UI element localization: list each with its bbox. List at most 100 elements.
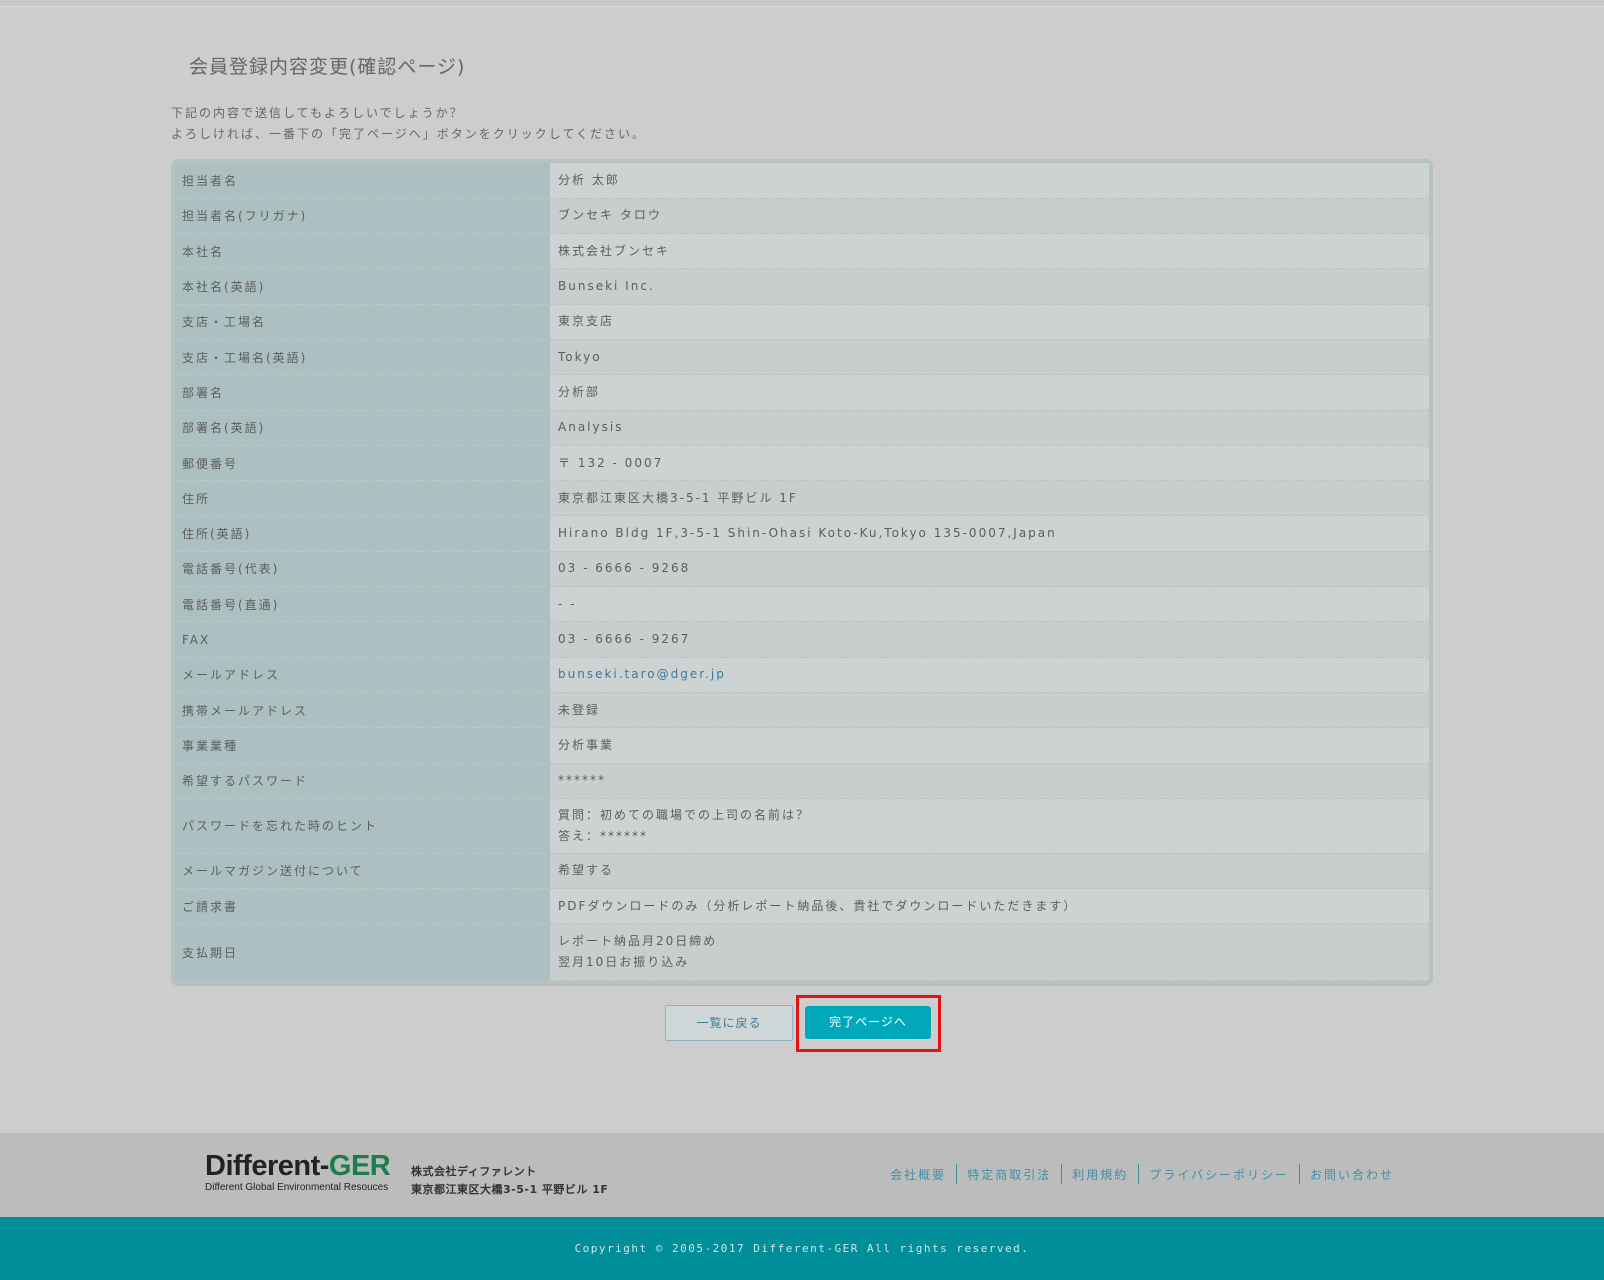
- field-value: - -: [550, 586, 1429, 623]
- footer-link-terms[interactable]: 利用規約: [1062, 1166, 1138, 1183]
- intro-text: 下記の内容で送信してもよろしいでしょうか？ よろしければ、一番下の「完了ページへ…: [171, 103, 646, 145]
- field-value: Tokyo: [550, 339, 1429, 376]
- value-text: 翌月10日お振り込み: [558, 955, 690, 970]
- footer-link-company[interactable]: 会社概要: [880, 1166, 956, 1183]
- field-value: 東京都江東区大橋3-5-1 平野ビル 1F: [550, 480, 1429, 517]
- field-value: 分析部: [550, 374, 1429, 411]
- field-label: 本社名(英語): [175, 268, 550, 305]
- field-value: PDFダウンロードのみ（分析レポート納品後、貴社でダウンロードいただきます）: [550, 888, 1429, 925]
- field-value: レポート納品月20日締め 翌月10日お振り込み: [550, 923, 1429, 982]
- value-text: 分析事業: [558, 737, 615, 752]
- field-label: ご請求書: [175, 888, 550, 925]
- field-value: Bunseki Inc.: [550, 268, 1429, 305]
- table-row: 支払期日 レポート納品月20日締め 翌月10日お振り込み: [175, 923, 1429, 982]
- value-text: 〒 132 - 0007: [558, 455, 664, 470]
- field-label: 郵便番号: [175, 445, 550, 482]
- table-row: 支店・工場名 東京支店: [175, 304, 1429, 340]
- table-row: FAX 03 - 6666 - 9267: [175, 621, 1429, 658]
- field-value: 分析事業: [550, 727, 1429, 764]
- field-label: 支店・工場名(英語): [175, 339, 550, 376]
- field-value: 希望する: [550, 853, 1429, 890]
- intro-line: 下記の内容で送信してもよろしいでしょうか？: [171, 106, 464, 120]
- top-border: [0, 0, 1604, 7]
- company-address: 東京都江東区大橋3-5-1 平野ビル 1F: [411, 1183, 609, 1196]
- field-label: 住所: [175, 480, 550, 517]
- field-value: ブンセキ タロウ: [550, 198, 1429, 235]
- table-row: 電話番号(直通) - -: [175, 586, 1429, 623]
- company-name: 株式会社ディファレント: [411, 1165, 537, 1178]
- table-row: 支店・工場名(英語) Tokyo: [175, 339, 1429, 376]
- confirmation-table: 担当者名 分析 太郎 担当者名(フリガナ) ブンセキ タロウ 本社名 株式会社ブンセキ 本社…: [171, 159, 1433, 986]
- table-row: 郵便番号〒 132 - 0007: [175, 445, 1429, 482]
- value-text: Analysis: [558, 420, 624, 435]
- company-logo[interactable]: Different-GER Different Global Environme…: [205, 1150, 391, 1193]
- field-label: 携帯メールアドレス: [175, 692, 550, 729]
- value-text: Tokyo: [558, 349, 602, 364]
- table-row: メールマガジン送付について 希望する: [175, 853, 1429, 890]
- field-label: 支払期日: [175, 923, 550, 982]
- value-text: Bunseki Inc.: [558, 279, 655, 294]
- email-link[interactable]: bunseki.taro@dger.jp: [558, 664, 1429, 685]
- field-value: 質問：初めての職場での上司の名前は？ 答え：******: [550, 798, 1429, 854]
- copyright-text: Copyright © 2005-2017 Different-GER All …: [574, 1242, 1030, 1255]
- field-label: メールアドレス: [175, 657, 550, 693]
- value-text: レポート納品月20日締め: [558, 934, 718, 949]
- field-value: 〒 132 - 0007: [550, 445, 1429, 482]
- table-row: 携帯メールアドレス 未登録: [175, 692, 1429, 729]
- logo-text: Different-GER: [205, 1150, 391, 1182]
- field-label: 支店・工場名: [175, 304, 550, 340]
- field-label: 住所(英語): [175, 515, 550, 552]
- table-row: 事業業種 分析事業: [175, 727, 1429, 764]
- action-buttons: 一覧に戻る 完了ページへ: [0, 995, 1604, 1063]
- field-value: 東京支店: [550, 304, 1429, 340]
- value-text: 株式会社ブンセキ: [558, 243, 671, 258]
- footer-nav: 会社概要 特定商取引法 利用規約 プライバシーポリシー お問い合わせ: [880, 1164, 1404, 1184]
- field-value: 03 - 6666 - 9267: [550, 621, 1429, 658]
- value-text: 質問：初めての職場での上司の名前は？: [558, 807, 811, 822]
- field-label: 電話番号(直通): [175, 586, 550, 623]
- field-label: 事業業種: [175, 727, 550, 764]
- field-label: メールマガジン送付について: [175, 853, 550, 890]
- field-label: 担当者名(フリガナ): [175, 198, 550, 235]
- field-value: Hirano Bldg 1F,3-5-1 Shin-Ohasi Koto-Ku,…: [550, 515, 1429, 552]
- value-text: 答え：******: [558, 828, 649, 843]
- table-row: 希望するパスワード ******: [175, 763, 1429, 799]
- value-text: 分析 太郎: [558, 172, 620, 187]
- field-value: bunseki.taro@dger.jp: [550, 657, 1429, 693]
- value-text: 東京支店: [558, 314, 615, 329]
- back-to-list-button[interactable]: 一覧に戻る: [665, 1005, 793, 1041]
- value-text: 希望する: [558, 863, 615, 878]
- table-row: 担当者名 分析 太郎: [175, 163, 1429, 199]
- go-to-complete-button[interactable]: 完了ページへ: [805, 1006, 931, 1039]
- footer-link-contact[interactable]: お問い合わせ: [1300, 1166, 1404, 1183]
- footer-link-privacy[interactable]: プライバシーポリシー: [1139, 1166, 1299, 1183]
- field-label: パスワードを忘れた時のヒント: [175, 798, 550, 854]
- logo-subtitle: Different Global Environmental Resouces: [205, 1182, 389, 1193]
- footer-link-commerce-law[interactable]: 特定商取引法: [957, 1166, 1061, 1183]
- page-title: 会員登録内容変更(確認ページ): [189, 56, 466, 78]
- table-row: ご請求書 PDFダウンロードのみ（分析レポート納品後、貴社でダウンロードいただきま…: [175, 888, 1429, 925]
- value-text: 03 - 6666 - 9267: [558, 632, 691, 646]
- field-value: ******: [550, 763, 1429, 799]
- field-label: 電話番号(代表): [175, 551, 550, 588]
- table-row: 電話番号(代表) 03 - 6666 - 9268: [175, 551, 1429, 588]
- company-info: 株式会社ディファレント 東京都江東区大橋3-5-1 平野ビル 1F: [411, 1163, 608, 1199]
- table-row: メールアドレス bunseki.taro@dger.jp: [175, 657, 1429, 693]
- value-text: 東京都江東区大橋3-5-1 平野ビル 1F: [558, 490, 798, 505]
- value-text: 03 - 6666 - 9268: [558, 561, 691, 576]
- table-row: 担当者名(フリガナ) ブンセキ タロウ: [175, 198, 1429, 235]
- field-value: 株式会社ブンセキ: [550, 233, 1429, 270]
- confirmation-table-body: 担当者名 分析 太郎 担当者名(フリガナ) ブンセキ タロウ 本社名 株式会社ブンセキ 本社…: [175, 163, 1429, 982]
- table-row: 住所(英語) Hirano Bldg 1F,3-5-1 Shin-Ohasi Ko…: [175, 515, 1429, 552]
- logo-text-main: Different-: [205, 1150, 329, 1182]
- copyright-bar: Copyright © 2005-2017 Different-GER All …: [0, 1217, 1604, 1280]
- value-text: ******: [558, 773, 606, 788]
- value-text: ブンセキ タロウ: [558, 208, 662, 223]
- value-text: 分析部: [558, 384, 601, 399]
- table-row: パスワードを忘れた時のヒント 質問：初めての職場での上司の名前は？ 答え：*****…: [175, 798, 1429, 854]
- field-value: 未登録: [550, 692, 1429, 729]
- value-text: Hirano Bldg 1F,3-5-1 Shin-Ohasi Koto-Ku,…: [558, 526, 1057, 541]
- table-row: 部署名(英語) Analysis: [175, 410, 1429, 446]
- value-text: PDFダウンロードのみ（分析レポート納品後、貴社でダウンロードいただきます）: [558, 898, 1078, 913]
- field-value: 分析 太郎: [550, 163, 1429, 199]
